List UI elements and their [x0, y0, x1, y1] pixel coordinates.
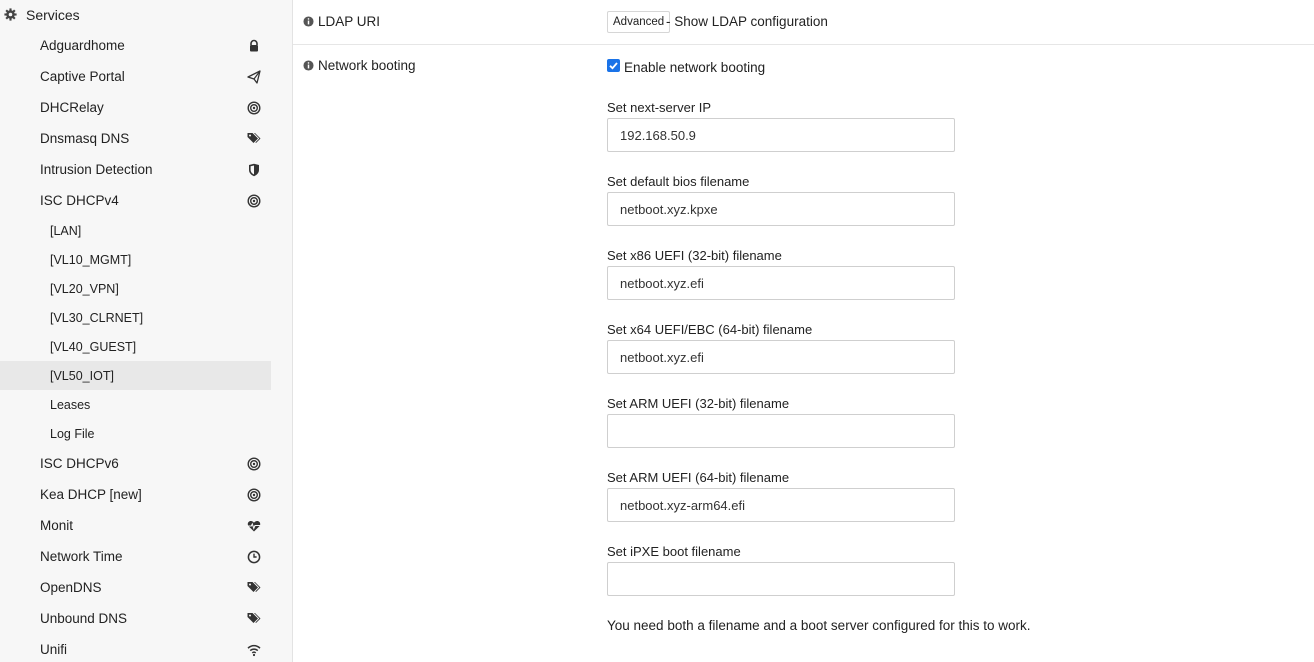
- x64-uefi-filename-label: Set x64 UEFI/EBC (64-bit) filename: [607, 322, 813, 337]
- arm-uefi-32-filename-input[interactable]: [607, 414, 955, 448]
- tags-icon: [247, 613, 261, 623]
- info-icon[interactable]: [303, 16, 314, 27]
- network-booting-row-label: Network booting: [303, 58, 416, 73]
- sidebar-subitem-label: [LAN]: [50, 224, 82, 238]
- next-server-ip-label: Set next-server IP: [607, 100, 712, 115]
- main-content: LDAP URI Advanced - Show LDAP configurat…: [271, 0, 1314, 662]
- input-value: netboot.xyz.kpxe: [620, 202, 718, 217]
- next-server-ip-input[interactable]: 192.168.50.9: [607, 118, 955, 152]
- sidebar-subitem-lan[interactable]: [LAN]: [0, 216, 271, 245]
- paper-plane-icon: [247, 70, 261, 84]
- sidebar-item-label: OpenDNS: [40, 580, 102, 595]
- x86-uefi-filename-label: Set x86 UEFI (32-bit) filename: [607, 248, 782, 263]
- sidebar-item-label: Dnsmasq DNS: [40, 131, 130, 146]
- sidebar-subitem-vl20-vpn[interactable]: [VL20_VPN]: [0, 274, 271, 303]
- gear-icon: [4, 8, 17, 21]
- sidebar-item-monit[interactable]: Monit: [0, 510, 271, 541]
- sidebar-subitem-vl10-mgmt[interactable]: [VL10_MGMT]: [0, 245, 271, 274]
- network-booting-label: Network booting: [318, 58, 416, 73]
- arm-uefi-64-filename-label: Set ARM UEFI (64-bit) filename: [607, 470, 790, 485]
- input-value: netboot.xyz-arm64.efi: [620, 498, 746, 513]
- sidebar-section-label: Services: [26, 7, 80, 23]
- enable-network-booting-checkbox[interactable]: [607, 59, 620, 72]
- ldap-uri-row-label: LDAP URI: [303, 14, 380, 29]
- sidebar-item-label: Adguardhome: [40, 38, 125, 53]
- info-icon[interactable]: [303, 60, 314, 71]
- sidebar-item-dnsmasq-dns[interactable]: Dnsmasq DNS: [0, 123, 271, 154]
- heartbeat-icon: [247, 520, 261, 532]
- sidebar-subitem-label: [VL10_MGMT]: [50, 253, 132, 267]
- default-bios-filename-input[interactable]: netboot.xyz.kpxe: [607, 192, 955, 226]
- settings-panel: LDAP URI Advanced - Show LDAP configurat…: [292, 0, 1314, 662]
- x64-uefi-filename-input[interactable]: netboot.xyz.efi: [607, 340, 955, 374]
- sidebar-item-isc-dhcpv6[interactable]: ISC DHCPv6: [0, 448, 271, 479]
- bullseye-icon: [247, 488, 261, 502]
- sidebar-item-label: Unifi: [40, 642, 68, 657]
- checkmark-icon: [609, 62, 618, 70]
- arm-uefi-32-filename-label: Set ARM UEFI (32-bit) filename: [607, 396, 790, 411]
- tags-icon: [247, 133, 261, 143]
- sidebar-subitem-label: Log File: [50, 427, 95, 441]
- sidebar-subitem-label: [VL40_GUEST]: [50, 340, 137, 354]
- default-bios-filename-label: Set default bios filename: [607, 174, 750, 189]
- sidebar-item-intrusion-detection[interactable]: Intrusion Detection: [0, 154, 271, 185]
- sidebar-subitem-label: [VL30_CLRNET]: [50, 311, 144, 325]
- sidebar: Services Adguardhome Captive Portal DHCR…: [0, 0, 272, 662]
- tags-icon: [247, 582, 261, 592]
- enable-network-booting-label[interactable]: Enable network booting: [624, 60, 765, 75]
- input-value: netboot.xyz.efi: [620, 350, 704, 365]
- sidebar-item-label: DHCRelay: [40, 100, 104, 115]
- sidebar-item-adguardhome[interactable]: Adguardhome: [0, 30, 271, 61]
- lock-icon: [250, 39, 258, 52]
- row-divider: [293, 44, 1314, 45]
- sidebar-item-label: Captive Portal: [40, 69, 125, 84]
- sidebar-item-unifi[interactable]: Unifi: [0, 634, 271, 662]
- ipxe-boot-filename-input[interactable]: [607, 562, 955, 596]
- sidebar-subitem-leases[interactable]: Leases: [0, 390, 271, 419]
- sidebar-item-isc-dhcpv4[interactable]: ISC DHCPv4: [0, 185, 271, 216]
- sidebar-item-label: Intrusion Detection: [40, 162, 153, 177]
- ipxe-boot-filename-label: Set iPXE boot filename: [607, 544, 741, 559]
- bullseye-icon: [247, 457, 261, 471]
- sidebar-item-captive-portal[interactable]: Captive Portal: [0, 61, 271, 92]
- sidebar-subitem-vl40-guest[interactable]: [VL40_GUEST]: [0, 332, 271, 361]
- arm-uefi-64-filename-input[interactable]: netboot.xyz-arm64.efi: [607, 488, 955, 522]
- sidebar-subitem-label: [VL50_IOT]: [50, 369, 114, 383]
- sidebar-item-opendns[interactable]: OpenDNS: [0, 572, 271, 603]
- sidebar-item-unbound-dns[interactable]: Unbound DNS: [0, 603, 271, 634]
- x86-uefi-filename-input[interactable]: netboot.xyz.efi: [607, 266, 955, 300]
- sidebar-subitem-vl30-clrnet[interactable]: [VL30_CLRNET]: [0, 303, 271, 332]
- sidebar-item-label: ISC DHCPv4: [40, 193, 119, 208]
- sidebar-subitem-label: [VL20_VPN]: [50, 282, 119, 296]
- bullseye-icon: [247, 101, 261, 115]
- sidebar-subitem-log-file[interactable]: Log File: [0, 419, 271, 448]
- sidebar-item-label: ISC DHCPv6: [40, 456, 119, 471]
- shield-icon: [249, 163, 259, 177]
- sidebar-subitem-vl50-iot[interactable]: [VL50_IOT]: [0, 361, 271, 390]
- sidebar-item-label: Unbound DNS: [40, 611, 128, 626]
- input-value: netboot.xyz.efi: [620, 276, 704, 291]
- clock-icon: [247, 550, 261, 564]
- advanced-button[interactable]: Advanced: [607, 11, 671, 33]
- ldap-advanced-text: - Show LDAP configuration: [666, 14, 828, 29]
- sidebar-item-network-time[interactable]: Network Time: [0, 541, 271, 572]
- sidebar-item-label: Network Time: [40, 549, 123, 564]
- sidebar-item-label: Monit: [40, 518, 74, 533]
- ldap-uri-label: LDAP URI: [318, 14, 381, 29]
- sidebar-item-kea-dhcp[interactable]: Kea DHCP [new]: [0, 479, 271, 510]
- sidebar-subitem-label: Leases: [50, 398, 91, 412]
- sidebar-section-services[interactable]: Services: [0, 0, 271, 29]
- wifi-icon: [247, 644, 261, 657]
- sidebar-item-label: Kea DHCP [new]: [40, 487, 142, 502]
- input-value: 192.168.50.9: [620, 128, 696, 143]
- sidebar-item-dhcrelay[interactable]: DHCRelay: [0, 92, 271, 123]
- bullseye-icon: [247, 194, 261, 208]
- netboot-help-note: You need both a filename and a boot serv…: [607, 618, 1031, 633]
